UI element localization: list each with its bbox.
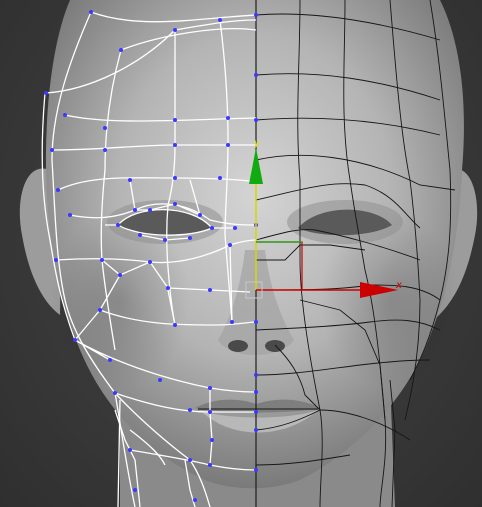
viewport-scene[interactable]: y x xyxy=(0,0,482,507)
gizmo-y-label: y xyxy=(253,138,261,149)
left-nostril xyxy=(228,340,248,352)
gizmo-x-label: x xyxy=(395,280,402,291)
right-nostril xyxy=(265,340,285,352)
3d-viewport[interactable]: y x xyxy=(0,0,482,507)
